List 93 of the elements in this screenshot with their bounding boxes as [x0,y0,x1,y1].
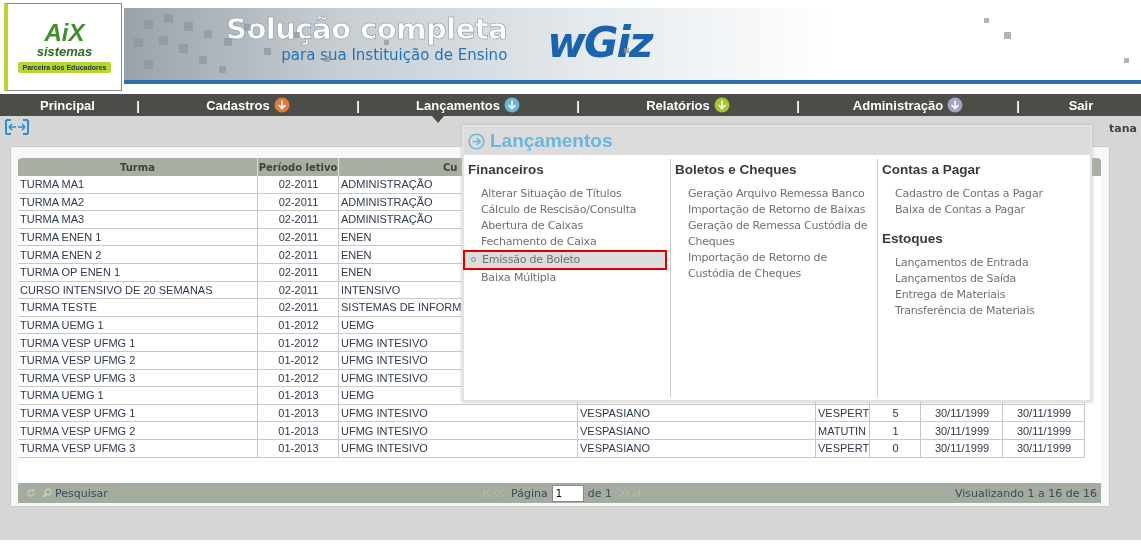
table-cell: UFMG INTESIVO [339,422,578,440]
table-cell: TURMA VESP UFMG 1 [18,404,258,423]
table-cell: 30/11/1999 [921,439,1003,458]
table-cell: VESPERT [816,404,870,423]
table-cell: TURMA UEMG 1 [18,316,258,335]
table-cell: TURMA VESP UFMG 3 [18,369,258,388]
menu-item[interactable]: Lançamentos de Saída [878,271,1088,287]
menu-item[interactable]: Importação de Retorno de Baixas [671,202,875,218]
menu-item[interactable]: Geração de Remessa Custódia de Cheques [671,218,875,250]
refresh-icon[interactable] [26,488,36,498]
menu-section-title: Financeiros [467,161,545,179]
table-cell: TURMA UEMG 1 [18,387,258,405]
table-cell: 0 [870,439,921,458]
table-cell: 02-2011 [258,193,339,212]
nav-menu-item[interactable]: Administração [801,94,1015,116]
nav-menu-item[interactable]: Relatórios [581,94,795,116]
nav-separator: | [1015,97,1021,113]
nav-menu-item[interactable]: Principal [0,94,135,116]
table-cell: 1 [870,422,921,440]
menu-item[interactable]: Lançamentos de Entrada [878,255,1088,271]
table-cell: VESPASIANO [578,439,816,458]
menu-item[interactable]: Cadastro de Contas a Pagar [878,186,1088,202]
column-header[interactable]: Turma [18,158,258,176]
table-cell: TURMA VESP UFMG 2 [18,422,258,440]
table-cell: UFMG INTESIVO [339,404,578,423]
banner-subline: para sua Instituição de Ensino [281,45,508,64]
records-summary: Visualizando 1 a 16 de 16 [954,486,1097,500]
page-count: de 1 [587,486,612,500]
table-cell: 01-2013 [258,422,339,440]
table-cell: 5 [870,404,921,423]
banner-headline: Solução completa [226,14,508,46]
menu-section-title: Boletos e Cheques [674,161,798,179]
menu-item[interactable]: Importação de Retorno de Custódia de Cheques [671,250,875,282]
table-cell: 30/11/1999 [1003,404,1085,423]
table-cell: 02-2011 [258,228,339,247]
page-input[interactable]: 1 [551,484,584,502]
table-cell: 01-2013 [258,404,339,423]
user-name: tana [1109,122,1137,135]
table-cell: 30/11/1999 [921,404,1003,423]
table-cell: VESPERT [816,439,870,458]
table-cell: TURMA ENEN 1 [18,228,258,247]
menu-section-title: Estoques [881,230,944,248]
logo-name: AiX [44,20,85,45]
table-cell: 01-2013 [258,439,339,458]
table-cell: 30/11/1999 [921,422,1003,440]
menu-item[interactable]: Transferência de Materiais [878,303,1088,319]
expand-icon[interactable] [5,119,29,135]
table-cell: 01-2012 [258,369,339,388]
menu-item[interactable]: Baixa de Contas a Pagar [878,202,1088,218]
table-cell: TURMA MA1 [18,176,258,194]
right-arrow-circle-icon [468,132,485,150]
table-cell: TURMA OP ENEN 1 [18,263,258,282]
table-cell: 02-2011 [258,299,339,317]
menu-item[interactable]: Entrega de Materiais [878,287,1088,303]
nav-separator: | [135,97,141,113]
table-cell: TURMA TESTE [18,299,258,317]
nav-menu-item[interactable]: Cadastros [141,94,355,116]
table-cell: VESPASIANO [578,422,816,440]
table-cell: TURMA VESP UFMG 1 [18,334,258,352]
search-button[interactable]: Pesquisar [42,486,108,500]
menu-title-text: Lançamentos [490,130,613,152]
nav-separator: | [575,97,581,113]
table-cell: 02-2011 [258,281,339,300]
table-cell: 02-2011 [258,176,339,194]
menu-item[interactable]: Emissão de Boleto [465,252,665,268]
page-label: Página [511,486,548,500]
table-cell: TURMA VESP UFMG 3 [18,439,258,458]
table-cell: 02-2011 [258,246,339,264]
table-cell: 01-2013 [258,387,339,405]
nav-separator: | [795,97,801,113]
table-cell: 30/11/1999 [1003,439,1085,458]
table-cell: 30/11/1999 [1003,422,1085,440]
nav-menu-item[interactable]: Sair [1021,94,1141,116]
brand-logo: wGiz [547,22,652,64]
nav-separator: | [355,97,361,113]
table-cell: VESPASIANO [578,404,816,423]
table-cell: TURMA MA2 [18,193,258,212]
logo-subtitle: sistemas [36,44,93,60]
search-icon [42,488,52,498]
column-header[interactable]: Período letivo [258,158,339,176]
menu-item[interactable]: Geração Arquivo Remessa Banco [671,186,875,202]
menu-section-title: Contas a Pagar [881,161,982,179]
table-cell: 01-2012 [258,334,339,352]
table-cell: 02-2011 [258,211,339,229]
table-cell: TURMA MA3 [18,211,258,229]
table-cell: 01-2012 [258,316,339,335]
table-cell: TURMA VESP UFMG 2 [18,351,258,370]
table-cell: 01-2012 [258,351,339,370]
table-cell: TURMA ENEN 2 [18,246,258,264]
table-cell: MATUTIN [816,422,870,440]
table-cell: UFMG INTESIVO [339,439,578,458]
table-cell: CURSO INTENSIVO DE 20 SEMANAS [18,281,258,300]
table-cell: 02-2011 [258,263,339,282]
